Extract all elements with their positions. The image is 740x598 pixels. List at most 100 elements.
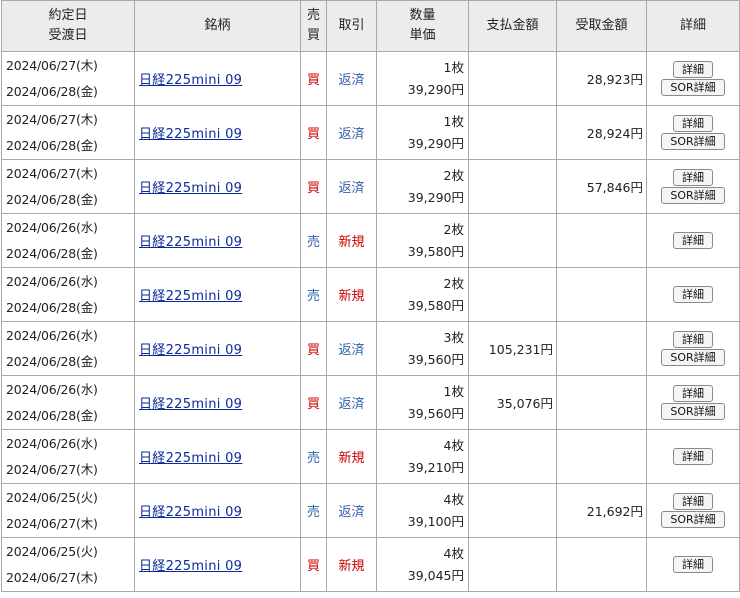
pay-amount-cell: 105,231円 [468,321,557,376]
settle-date: 2024/06/28(金) [6,407,98,423]
instrument-link[interactable]: 日経225mini 09 [139,559,242,574]
instrument-link[interactable]: 日経225mini 09 [139,397,242,412]
header-qty: 数量 単価 [376,0,469,52]
detail-button[interactable]: 詳細 [673,115,713,132]
detail-button[interactable]: 詳細 [673,385,713,402]
detail-button[interactable]: 詳細 [673,61,713,78]
quantity: 4枚 [443,437,464,453]
trade-date: 2024/06/26(水) [6,381,98,397]
name-cell: 日経225mini 09 [134,51,301,106]
qty-price-cell: 2枚 39,580円 [376,267,469,322]
settle-date: 2024/06/28(金) [6,83,98,99]
table-row: 2024/06/26(水) 2024/06/28(金) 日経225mini 09 買返… [1,375,740,430]
instrument-link[interactable]: 日経225mini 09 [139,235,242,250]
side-cell: 売 [300,267,327,322]
side-cell: 買 [300,375,327,430]
instrument-link[interactable]: 日経225mini 09 [139,505,242,520]
receive-amount-cell [556,267,647,322]
trade-date: 2024/06/25(火) [6,489,98,505]
table-body: 2024/06/27(木) 2024/06/28(金) 日経225mini 09 買返… [1,51,740,592]
name-cell: 日経225mini 09 [134,321,301,376]
detail-button[interactable]: 詳細 [673,493,713,510]
qty-price-cell: 3枚 39,560円 [376,321,469,376]
date-cell: 2024/06/25(火) 2024/06/27(木) [1,537,135,592]
qty-price-cell: 1枚 39,290円 [376,51,469,106]
date-cell: 2024/06/26(水) 2024/06/28(金) [1,321,135,376]
trade-date: 2024/06/27(木) [6,165,98,181]
detail-cell: 詳細 SOR詳細 [646,105,740,160]
name-cell: 日経225mini 09 [134,105,301,160]
detail-cell: 詳細 SOR詳細 [646,51,740,106]
detail-cell: 詳細 SOR詳細 [646,159,740,214]
detail-cell: 詳細 SOR詳細 [646,483,740,538]
date-cell: 2024/06/26(水) 2024/06/28(金) [1,213,135,268]
settle-date: 2024/06/28(金) [6,191,98,207]
trade-date: 2024/06/27(木) [6,57,98,73]
qty-price-cell: 4枚 39,045円 [376,537,469,592]
quantity: 4枚 [443,545,464,561]
detail-button[interactable]: 詳細 [673,232,713,249]
unit-price: 39,290円 [407,135,464,151]
sor-detail-button[interactable]: SOR詳細 [661,349,725,366]
detail-cell: 詳細 SOR詳細 [646,321,740,376]
trade-type-cell: 新規 [326,213,377,268]
trade-type-cell: 新規 [326,537,377,592]
qty-price-cell: 4枚 39,100円 [376,483,469,538]
instrument-link[interactable]: 日経225mini 09 [139,343,242,358]
header-receive: 受取金額 [556,0,647,52]
table-header-row: 約定日 受渡日 銘柄 売買 取引 数量 単価 支払金額 受取金額 詳細 [1,0,740,52]
instrument-link[interactable]: 日経225mini 09 [139,289,242,304]
quantity: 1枚 [443,59,464,75]
settle-date: 2024/06/28(金) [6,245,98,261]
receive-amount-cell: 28,923円 [556,51,647,106]
date-cell: 2024/06/26(水) 2024/06/27(木) [1,429,135,484]
sor-detail-button[interactable]: SOR詳細 [661,187,725,204]
trade-history-table: 約定日 受渡日 銘柄 売買 取引 数量 単価 支払金額 受取金額 詳細 2024/0… [1,0,740,592]
quantity: 2枚 [443,221,464,237]
receive-amount-cell [556,537,647,592]
settle-date: 2024/06/27(木) [6,515,98,531]
side-cell: 買 [300,105,327,160]
date-cell: 2024/06/27(木) 2024/06/28(金) [1,159,135,214]
settle-date: 2024/06/27(木) [6,461,98,477]
qty-price-cell: 1枚 39,560円 [376,375,469,430]
detail-cell: 詳細 [646,537,740,592]
detail-button[interactable]: 詳細 [673,331,713,348]
quantity: 1枚 [443,383,464,399]
trade-type-cell: 新規 [326,267,377,322]
qty-price-cell: 2枚 39,290円 [376,159,469,214]
detail-button[interactable]: 詳細 [673,448,713,465]
detail-button[interactable]: 詳細 [673,169,713,186]
date-cell: 2024/06/27(木) 2024/06/28(金) [1,105,135,160]
sor-detail-button[interactable]: SOR詳細 [661,403,725,420]
pay-amount-cell [468,213,557,268]
detail-button[interactable]: 詳細 [673,286,713,303]
receive-amount-cell: 28,924円 [556,105,647,160]
table-row: 2024/06/26(水) 2024/06/27(木) 日経225mini 09 売新… [1,429,740,484]
quantity: 2枚 [443,275,464,291]
trade-type-cell: 返済 [326,105,377,160]
unit-price: 39,290円 [407,189,464,205]
instrument-link[interactable]: 日経225mini 09 [139,73,242,88]
sor-detail-button[interactable]: SOR詳細 [661,133,725,150]
unit-price: 39,560円 [407,351,464,367]
sor-detail-button[interactable]: SOR詳細 [661,79,725,96]
header-date: 約定日 受渡日 [1,0,135,52]
sor-detail-button[interactable]: SOR詳細 [661,511,725,528]
name-cell: 日経225mini 09 [134,429,301,484]
trade-date: 2024/06/25(火) [6,543,98,559]
table-row: 2024/06/26(水) 2024/06/28(金) 日経225mini 09 売新… [1,267,740,322]
trade-type-cell: 新規 [326,429,377,484]
quantity: 1枚 [443,113,464,129]
unit-price: 39,580円 [407,297,464,313]
table-row: 2024/06/26(水) 2024/06/28(金) 日経225mini 09 売新… [1,213,740,268]
detail-button[interactable]: 詳細 [673,556,713,573]
instrument-link[interactable]: 日経225mini 09 [139,181,242,196]
instrument-link[interactable]: 日経225mini 09 [139,451,242,466]
trade-type-cell: 返済 [326,321,377,376]
pay-amount-cell [468,159,557,214]
unit-price: 39,210円 [407,459,464,475]
date-cell: 2024/06/27(木) 2024/06/28(金) [1,51,135,106]
table-row: 2024/06/25(火) 2024/06/27(木) 日経225mini 09 売返… [1,483,740,538]
instrument-link[interactable]: 日経225mini 09 [139,127,242,142]
